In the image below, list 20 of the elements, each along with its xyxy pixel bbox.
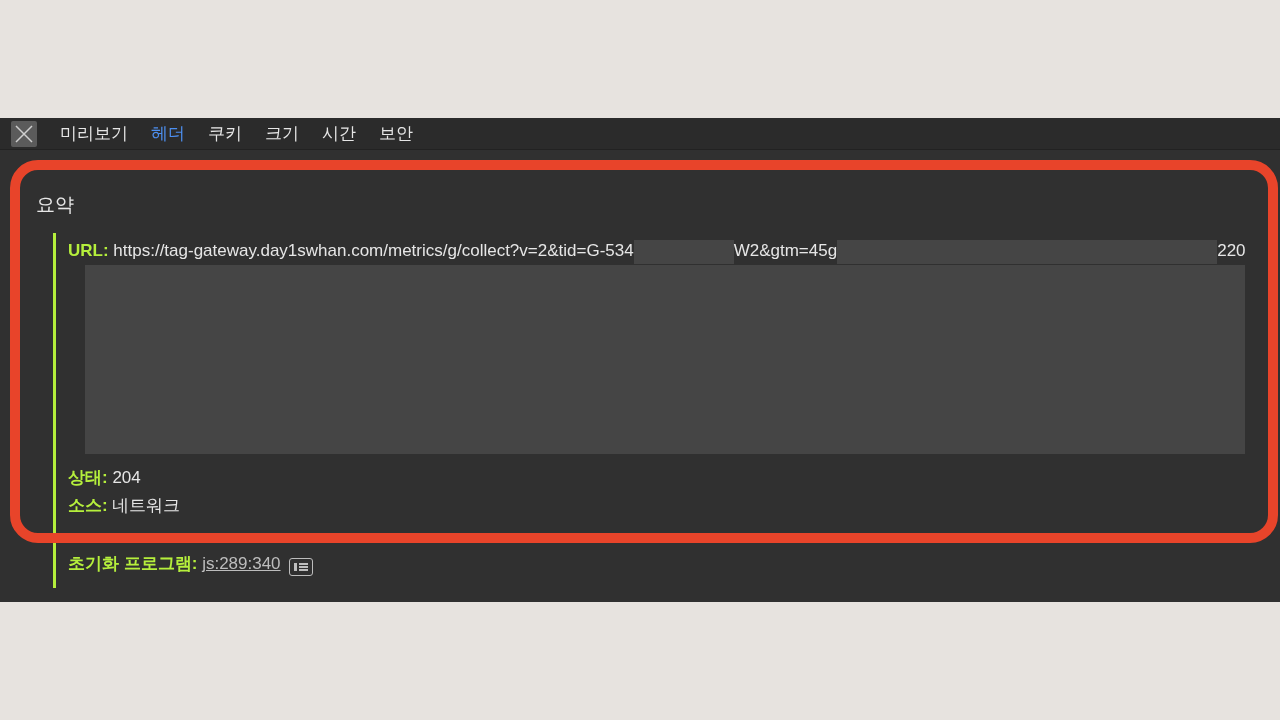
tab[interactable]: 미리보기: [60, 120, 128, 147]
field-value: 네트워크: [112, 496, 181, 515]
field-label: 초기화 프로그램:: [68, 554, 198, 573]
field-value: https://tag-gateway.day1swhan.com/metrics/g/collect?v=2&tid=G-534: [113, 241, 634, 260]
reveal-source-icon[interactable]: [289, 558, 314, 576]
section-title: 요약: [36, 193, 75, 217]
close-button[interactable]: [11, 120, 37, 147]
tab[interactable]: 헤더: [151, 120, 185, 147]
field-label: 소스:: [68, 496, 108, 515]
tab[interactable]: 쿠키: [208, 120, 242, 147]
field-value: 220: [1217, 241, 1246, 260]
source-link[interactable]: js:289:340: [202, 554, 281, 573]
tab[interactable]: 보안: [379, 120, 413, 147]
field-label: 상태:: [68, 468, 108, 487]
field-value: W2&gtm=45g: [733, 241, 838, 260]
tab[interactable]: 시간: [322, 120, 356, 147]
field-value: 204: [112, 468, 141, 487]
tab[interactable]: 크기: [265, 120, 299, 147]
close-icon: [15, 124, 33, 143]
field-label: URL:: [68, 241, 109, 260]
